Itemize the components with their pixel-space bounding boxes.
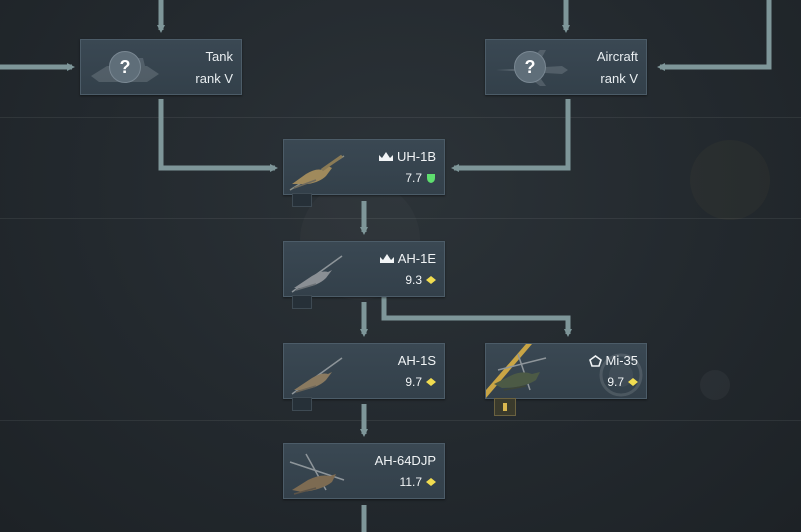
rank-card-rank: rank V [600,71,638,86]
helicopter-image [494,353,547,391]
battle-rating: 9.3 [405,273,436,287]
vehicle-name-text: AH-1S [397,353,436,368]
rank-card-tank[interactable]: ? Tank rank V [80,39,242,95]
rank-card-type: Tank [205,49,233,64]
vehicle-card-mi-35[interactable]: Mi-35 9.7 [485,343,647,399]
helicopter-image [289,154,345,191]
country-flag-icon [292,397,312,411]
vehicle-name: AH-1E [379,251,436,266]
country-flag-icon [292,193,312,207]
helicopter-image [289,453,345,495]
battle-rating-value: 7.7 [405,171,422,185]
vehicle-name-text: Mi-35 [605,353,638,368]
helicopter-image [291,357,343,395]
diamond-icon [426,276,436,284]
battle-rating: 7.7 [405,171,436,185]
vehicle-card-ah-1s[interactable]: AH-1S 9.7 [283,343,445,399]
rank-card-rank: rank V [195,71,233,86]
battle-rating-value: 9.3 [405,273,422,287]
premium-badge-icon [494,398,516,416]
diamond-icon [426,478,436,486]
vehicle-card-uh-1b[interactable]: UH-1B 7.7 [283,139,445,195]
vehicle-card-ah-1e[interactable]: AH-1E 9.3 [283,241,445,297]
helicopter-image [291,255,343,293]
vehicle-name-text: AH-1E [397,251,436,266]
battle-rating: 9.7 [607,375,638,389]
shield-icon [427,173,435,183]
vehicle-name-text: AH-64DJP [374,453,436,468]
diamond-icon [628,378,638,386]
vehicle-name-text: UH-1B [396,149,436,164]
crown-icon [379,254,394,263]
rank-card-type: Aircraft [596,49,638,64]
crown-icon [378,152,393,161]
vehicle-card-ah-64djp[interactable]: AH-64DJP 11.7 [283,443,445,499]
battle-rating-value: 11.7 [399,475,422,489]
pentagon-icon [589,354,603,367]
battle-rating-value: 9.7 [405,375,422,389]
vehicle-name: Mi-35 [589,353,638,368]
battle-rating: 9.7 [405,375,436,389]
vehicle-name: UH-1B [378,149,436,164]
battle-rating-value: 9.7 [607,375,624,389]
question-icon: ? [109,51,141,83]
vehicle-name: AH-1S [398,353,436,368]
diamond-icon [426,378,436,386]
country-flag-icon [292,295,312,309]
vehicle-name: AH-64DJP [375,453,436,468]
rank-card-aircraft[interactable]: ? Aircraft rank V [485,39,647,95]
battle-rating: 11.7 [400,475,436,489]
question-icon: ? [514,51,546,83]
